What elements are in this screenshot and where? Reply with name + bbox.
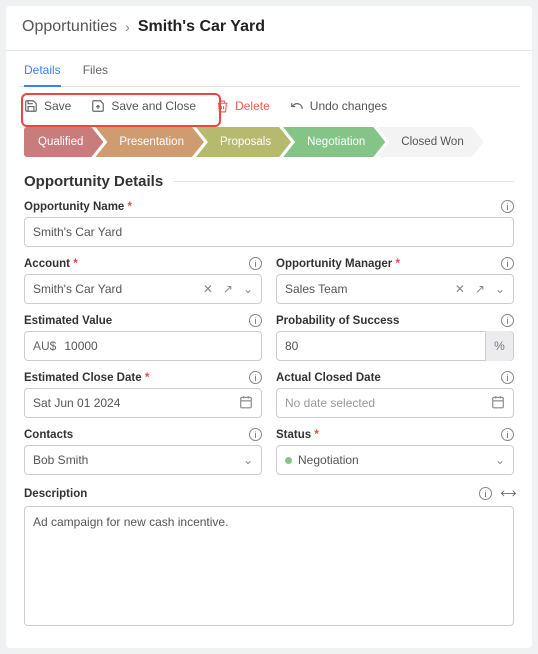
delete-button[interactable]: Delete xyxy=(216,99,270,113)
status-dot xyxy=(285,457,292,464)
stage-qualified[interactable]: Qualified xyxy=(24,127,103,157)
label-status: Status * xyxy=(276,429,319,441)
toolbar: Save Save and Close Delete Undo changes xyxy=(18,87,520,125)
save-icon xyxy=(24,99,38,113)
calendar-icon[interactable] xyxy=(239,395,253,412)
save-close-icon xyxy=(91,99,105,113)
info-icon[interactable]: i xyxy=(479,487,492,500)
info-icon[interactable]: i xyxy=(249,257,262,270)
label-account: Account * xyxy=(24,258,78,270)
section-title: Opportunity Details xyxy=(18,171,520,200)
tab-details[interactable]: Details xyxy=(24,61,61,87)
currency-prefix: AU$ xyxy=(33,339,64,353)
clear-icon[interactable]: ✕ xyxy=(455,282,465,296)
input-opportunity-name[interactable]: Smith's Car Yard xyxy=(24,217,514,247)
label-actual-close: Actual Closed Date xyxy=(276,372,381,384)
save-close-label: Save and Close xyxy=(111,99,196,113)
form: Opportunity Name * i Smith's Car Yard Ac… xyxy=(18,200,520,626)
info-icon[interactable]: i xyxy=(501,371,514,384)
info-icon[interactable]: i xyxy=(501,314,514,327)
info-icon[interactable]: i xyxy=(249,371,262,384)
field-actual-closed-date: Actual Closed Date i No date selected xyxy=(276,371,514,418)
label-estimated-close: Estimated Close Date * xyxy=(24,372,149,384)
save-and-close-button[interactable]: Save and Close xyxy=(91,99,196,113)
breadcrumb: Opportunities › Smith's Car Yard xyxy=(6,6,532,51)
save-button[interactable]: Save xyxy=(24,99,71,113)
label-opportunity-name: Opportunity Name * xyxy=(24,201,132,213)
stage-chevrons: Qualified Presentation Proposals Negotia… xyxy=(18,125,520,171)
undo-label: Undo changes xyxy=(310,99,387,113)
label-contacts: Contacts xyxy=(24,429,73,441)
select-account[interactable]: Smith's Car Yard ✕ ↗ ⌄ xyxy=(24,274,262,304)
calendar-icon[interactable] xyxy=(491,395,505,412)
select-status[interactable]: Negotiation ⌄ xyxy=(276,445,514,475)
label-estimated-value: Estimated Value xyxy=(24,315,112,327)
breadcrumb-current: Smith's Car Yard xyxy=(138,18,265,36)
save-label: Save xyxy=(44,99,71,113)
info-icon[interactable]: i xyxy=(501,428,514,441)
date-estimated-close[interactable]: Sat Jun 01 2024 xyxy=(24,388,262,418)
field-estimated-value: Estimated Value i AU$ 10000 xyxy=(24,314,262,361)
clear-icon[interactable]: ✕ xyxy=(203,282,213,296)
field-account: Account * i Smith's Car Yard ✕ ↗ ⌄ xyxy=(24,257,262,304)
stage-proposals[interactable]: Proposals xyxy=(196,127,291,157)
field-opportunity-name: Opportunity Name * i Smith's Car Yard xyxy=(24,200,514,247)
undo-button[interactable]: Undo changes xyxy=(290,99,387,113)
textarea-description[interactable]: Ad campaign for new cash incentive. xyxy=(24,506,514,626)
select-opportunity-manager[interactable]: Sales Team ✕ ↗ ⌄ xyxy=(276,274,514,304)
chevron-down-icon[interactable]: ⌄ xyxy=(495,282,505,296)
date-actual-close[interactable]: No date selected xyxy=(276,388,514,418)
open-icon[interactable]: ↗ xyxy=(475,282,485,296)
chevron-down-icon[interactable]: ⌄ xyxy=(495,453,505,467)
stage-closed-won[interactable]: Closed Won xyxy=(377,127,483,157)
field-probability: Probability of Success i 80 % xyxy=(276,314,514,361)
tabs: Details Files xyxy=(18,51,520,87)
field-opportunity-manager: Opportunity Manager * i Sales Team ✕ ↗ ⌄ xyxy=(276,257,514,304)
info-icon[interactable]: i xyxy=(501,200,514,213)
input-probability[interactable]: 80 % xyxy=(276,331,514,361)
label-opportunity-manager: Opportunity Manager * xyxy=(276,258,400,270)
chevron-down-icon[interactable]: ⌄ xyxy=(243,453,253,467)
opportunity-page: Opportunities › Smith's Car Yard Details… xyxy=(6,6,532,648)
expand-icon[interactable]: ⤢ xyxy=(498,483,519,504)
info-icon[interactable]: i xyxy=(249,314,262,327)
delete-label: Delete xyxy=(235,99,270,113)
input-estimated-value[interactable]: AU$ 10000 xyxy=(24,331,262,361)
tab-files[interactable]: Files xyxy=(83,61,108,86)
field-status: Status * i Negotiation ⌄ xyxy=(276,428,514,475)
select-contacts[interactable]: Bob Smith ⌄ xyxy=(24,445,262,475)
stage-presentation[interactable]: Presentation xyxy=(95,127,204,157)
info-icon[interactable]: i xyxy=(249,428,262,441)
label-description: Description xyxy=(24,488,87,500)
breadcrumb-root[interactable]: Opportunities xyxy=(22,18,117,36)
stage-negotiation[interactable]: Negotiation xyxy=(283,127,385,157)
label-probability: Probability of Success xyxy=(276,315,399,327)
trash-icon xyxy=(216,100,229,113)
field-description: Description i ⤢ Ad campaign for new cash… xyxy=(24,485,514,626)
field-estimated-close-date: Estimated Close Date * i Sat Jun 01 2024 xyxy=(24,371,262,418)
info-icon[interactable]: i xyxy=(501,257,514,270)
chevron-right-icon: › xyxy=(125,19,130,35)
percent-suffix: % xyxy=(485,331,513,361)
field-contacts: Contacts i Bob Smith ⌄ xyxy=(24,428,262,475)
chevron-down-icon[interactable]: ⌄ xyxy=(243,282,253,296)
open-icon[interactable]: ↗ xyxy=(223,282,233,296)
undo-icon xyxy=(290,99,304,113)
